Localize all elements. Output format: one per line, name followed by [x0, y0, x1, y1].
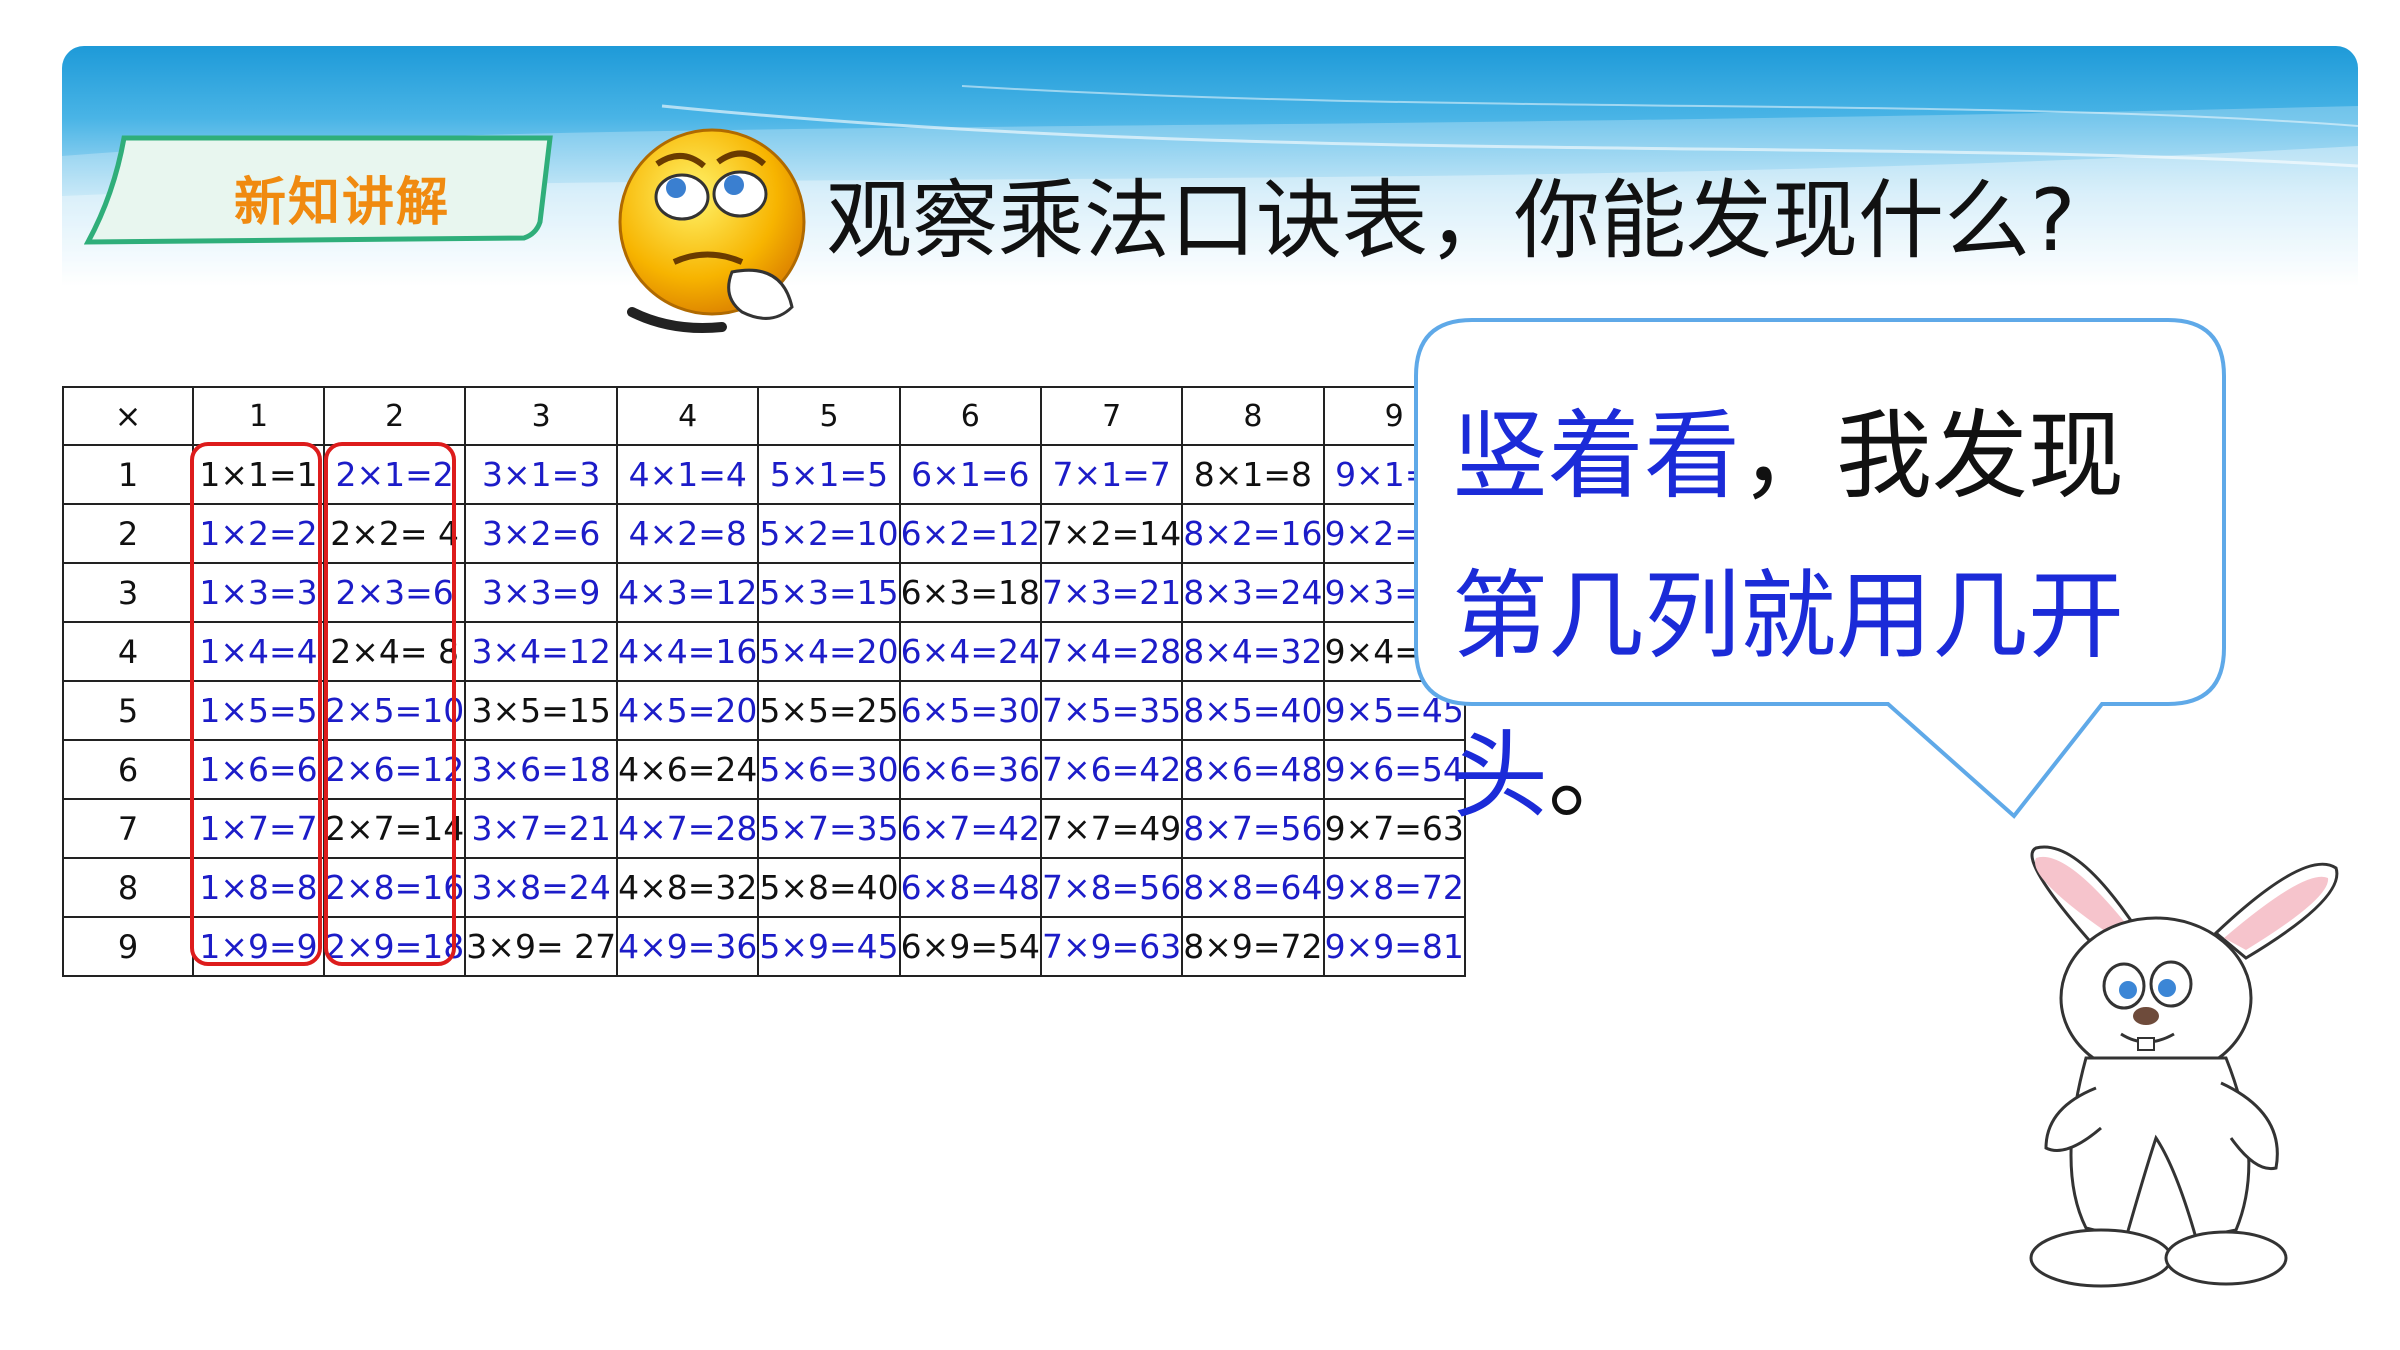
row-header: 6 — [62, 739, 194, 800]
table-cell: 6×4=24 — [898, 621, 1042, 682]
row-header: 9 — [62, 916, 194, 977]
table-cell: 4×5=20 — [616, 680, 760, 741]
table-cell: 4×3=12 — [616, 562, 760, 623]
table-cell: 8×3=24 — [1181, 562, 1325, 623]
table-cell: 3×6=18 — [464, 739, 619, 800]
table-cell: 5×6=30 — [757, 739, 901, 800]
table-cell: 6×3=18 — [898, 562, 1042, 623]
table-cell: 8×6=48 — [1181, 739, 1325, 800]
table-cell: 7×1=7 — [1039, 444, 1184, 505]
table-cell: 7×3=21 — [1039, 562, 1184, 623]
rabbit-illustration — [2006, 838, 2350, 1298]
column-header: 4 — [616, 386, 760, 446]
table-cell: 8×9=72 — [1181, 916, 1325, 977]
table-cell: 8×2=16 — [1181, 503, 1325, 564]
table-corner: × — [62, 386, 194, 446]
table-cell: 6×5=30 — [898, 680, 1042, 741]
table-cell: 7×5=35 — [1039, 680, 1184, 741]
table-cell: 8×4=32 — [1181, 621, 1325, 682]
bubble-text-black-1: ，我发现 — [1740, 400, 2124, 512]
page-title: 观察乘法口诀表，你能发现什么? — [826, 171, 2076, 271]
row-header: 4 — [62, 621, 194, 682]
table-cell: 6×6=36 — [898, 739, 1042, 800]
table-cell: 4×7=28 — [616, 798, 760, 859]
table-cell: 4×8=32 — [616, 857, 760, 918]
table-cell: 9×8=72 — [1322, 857, 1466, 918]
table-cell: 4×6=24 — [616, 739, 760, 800]
table-cell: 4×9=36 — [616, 916, 760, 977]
bubble-text: 竖着看，我发现第几列就用几开头。 — [1452, 376, 2192, 856]
table-cell: 6×7=42 — [898, 798, 1042, 859]
table-cell: 8×8=64 — [1181, 857, 1325, 918]
table-cell: 5×1=5 — [757, 444, 901, 505]
table-cell: 5×4=20 — [757, 621, 901, 682]
column-header: 8 — [1181, 386, 1325, 446]
table-cell: 7×2=14 — [1039, 503, 1184, 564]
table-cell: 5×5=25 — [757, 680, 901, 741]
table-cell: 7×8=56 — [1039, 857, 1184, 918]
table-cell: 5×2=10 — [757, 503, 901, 564]
table-cell: 7×7=49 — [1039, 798, 1184, 859]
row-header: 2 — [62, 503, 194, 564]
table-cell: 6×2=12 — [898, 503, 1042, 564]
table-cell: 9×9=81 — [1322, 916, 1466, 977]
table-cell: 3×1=3 — [464, 444, 619, 505]
row-header: 8 — [62, 857, 194, 918]
highlight-column-2 — [324, 442, 456, 966]
row-header: 3 — [62, 562, 194, 623]
table-cell: 6×1=6 — [898, 444, 1042, 505]
row-header: 5 — [62, 680, 194, 741]
table-cell: 8×7=56 — [1181, 798, 1325, 859]
table-cell: 5×3=15 — [757, 562, 901, 623]
table-cell: 3×7=21 — [464, 798, 619, 859]
table-cell: 6×8=48 — [898, 857, 1042, 918]
table-cell: 6×9=54 — [898, 916, 1042, 977]
table-cell: 4×4=16 — [616, 621, 760, 682]
bubble-text-end: 。 — [1548, 720, 1644, 832]
table-header-row: × 1 2 3 4 5 6 7 8 9 — [62, 386, 1466, 446]
table-cell: 3×9= 27 — [464, 916, 619, 977]
column-header: 6 — [898, 386, 1042, 446]
table-cell: 7×9=63 — [1039, 916, 1184, 977]
column-header: 5 — [757, 386, 901, 446]
table-cell: 3×8=24 — [464, 857, 619, 918]
table-cell: 8×5=40 — [1181, 680, 1325, 741]
table-cell: 3×5=15 — [464, 680, 619, 741]
bubble-text-blue-1: 竖着看 — [1452, 400, 1740, 512]
table-cell: 8×1=8 — [1181, 444, 1325, 505]
table-cell: 7×4=28 — [1039, 621, 1184, 682]
column-header: 1 — [192, 386, 325, 446]
row-header: 1 — [62, 444, 194, 505]
tag-label: 新知讲解 — [234, 173, 451, 233]
thinking-face-icon — [612, 122, 832, 342]
table-cell: 5×7=35 — [757, 798, 901, 859]
table-cell: 5×8=40 — [757, 857, 901, 918]
table-cell: 7×6=42 — [1039, 739, 1184, 800]
table-cell: 4×2=8 — [616, 503, 760, 564]
table-cell: 5×9=45 — [757, 916, 901, 977]
table-cell: 4×1=4 — [616, 444, 760, 505]
table-cell: 3×4=12 — [464, 621, 619, 682]
column-header: 7 — [1039, 386, 1184, 446]
speech-bubble: 竖着看，我发现第几列就用几开头。 — [1412, 316, 2228, 832]
table-cell: 3×3=9 — [464, 562, 619, 623]
highlight-column-1 — [190, 442, 322, 966]
row-header: 7 — [62, 798, 194, 859]
table-cell: 3×2=6 — [464, 503, 619, 564]
section-tag: 新知讲解 — [84, 134, 554, 246]
column-header: 2 — [322, 386, 467, 446]
multiplication-table-wrap: × 1 2 3 4 5 6 7 8 9 1 1×1=1 2×1=2 3×1=3 4×1=4 5×1=5 6×1=… — [62, 386, 1466, 977]
column-header: 3 — [464, 386, 619, 446]
